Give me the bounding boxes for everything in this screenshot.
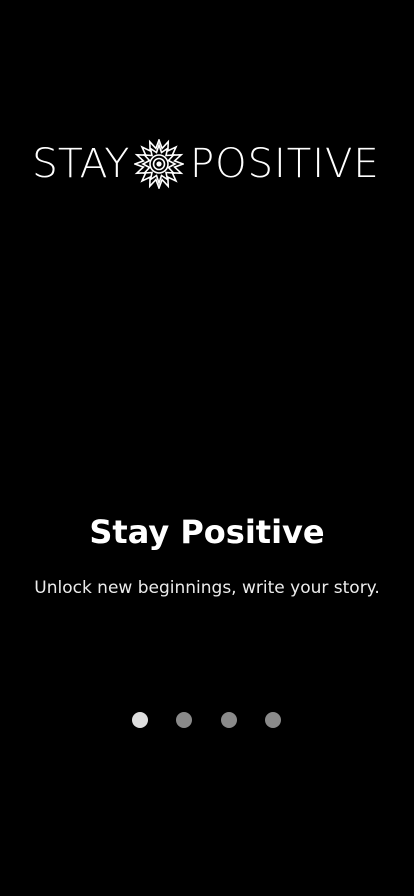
page-dot-3[interactable] [221,712,237,728]
onboarding-title: Stay Positive [89,513,325,551]
page-dot-1[interactable] [132,712,148,728]
logo-word-positive: POSITIVE [190,141,380,187]
onboarding-subtitle: Unlock new beginnings, write your story. [34,578,380,598]
page-dot-4[interactable] [265,712,281,728]
app-logo: STAY POSITIVE [0,137,414,191]
mandala-icon [132,137,186,191]
page-dot-2[interactable] [176,712,192,728]
logo-word-stay: STAY [32,141,130,187]
page-indicator [0,712,414,728]
